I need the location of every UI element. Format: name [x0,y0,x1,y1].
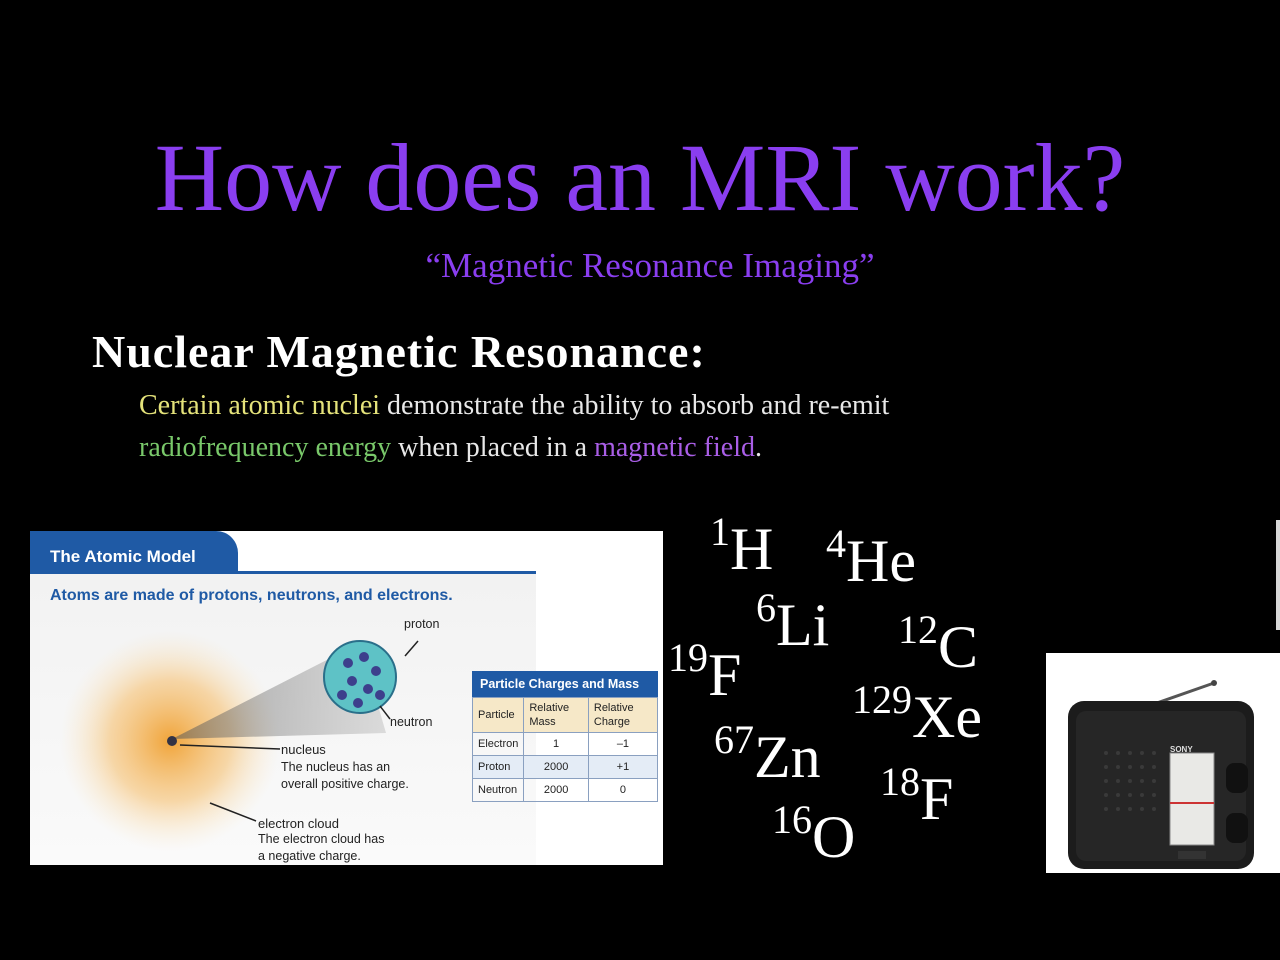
nmr-heading: Nuclear Magnetic Resonance: [92,326,706,377]
isotope-symbol: F [708,642,742,708]
isotope-mass: 129 [852,677,912,722]
isotope-f19: 19F [668,635,742,708]
isotope-mass: 12 [898,607,938,652]
particle-table-title: Particle Charges and Mass [472,671,658,697]
isotope-symbol: C [938,614,979,680]
isotope-zn67: 67Zn [714,717,821,790]
cloud-description-2: a negative charge. [258,849,361,863]
isotope-symbol: F [920,766,954,832]
label-proton: proton [404,617,440,631]
isotope-c12: 12C [898,607,979,680]
definition-text-1: demonstrate the ability to absorb and re… [380,390,890,421]
table-header: Particle [471,697,525,733]
table-header: Relative Charge [587,697,659,733]
table-row: Proton 2000 +1 [471,755,659,779]
isotope-o16: 16O [772,797,856,870]
table-header: Relative Mass [523,697,589,733]
particle-table-panel: Particle Charges and Mass Particle Relat… [471,671,659,802]
isotope-symbol: Xe [912,684,982,750]
label-neutron: neutron [390,715,433,729]
isotope-mass: 19 [668,635,708,680]
isotope-symbol: He [846,528,916,594]
atom-illustration [60,631,419,851]
edge-sliver [1276,520,1280,630]
isotope-mass: 18 [880,759,920,804]
isotope-mass: 4 [826,521,846,566]
definition-line-2: radiofrequency energy when placed in a m… [139,428,762,468]
isotope-mass: 67 [714,717,754,762]
table-cell: Electron [471,732,525,756]
isotope-symbol: Zn [754,724,821,790]
isotope-mass: 6 [756,585,776,630]
isotope-xe129: 129Xe [852,677,982,750]
radio-illustration [1068,680,1254,869]
table-cell: 0 [587,778,659,802]
isotope-f18: 18F [880,759,954,832]
isotope-mass: 1 [710,509,730,554]
figure-divider [30,571,536,574]
nucleus-description-1: The nucleus has an [281,760,391,774]
label-nucleus: nucleus [281,742,326,757]
table-row: Electron 1 –1 [471,732,659,756]
isotope-mass: 16 [772,797,812,842]
radio-brand: SONY [1170,745,1193,754]
isotope-symbol: H [730,516,774,582]
isotope-symbol: Li [776,592,830,658]
isotope-h1: 1H [710,509,774,582]
table-cell: +1 [587,755,659,779]
slide-title: How does an MRI work? [154,124,1126,231]
highlight-atomic-nuclei: Certain atomic nuclei [139,390,381,421]
table-row: Neutron 2000 0 [471,778,659,802]
table-cell: 1 [523,732,589,756]
highlight-magnetic-field: magnetic field [594,432,755,463]
particle-table: Particle Relative Mass Relative Charge E… [471,697,659,802]
figure-caption: Atoms are made of protons, neutrons, and… [50,587,453,604]
isotope-li6: 6Li [756,585,830,658]
highlight-radiofrequency: radiofrequency energy [139,432,392,463]
label-electron-cloud: electron cloud [258,816,339,831]
slide-subtitle: “Magnetic Resonance Imaging” [425,246,875,285]
table-cell: Proton [471,755,525,779]
radio-photo: SONY [1046,653,1280,873]
atomic-model-figure: The Atomic Model Atoms are made of proto… [30,531,663,865]
table-cell: 2000 [523,755,589,779]
table-cell: Neutron [471,778,525,802]
definition-line-1: Certain atomic nuclei demonstrate the ab… [139,386,889,426]
cloud-description-1: The electron cloud has [258,832,385,846]
nucleus-dot [167,736,177,746]
table-cell: 2000 [523,778,589,802]
figure-tab-label: The Atomic Model [50,547,196,566]
isotope-he4: 4He [826,521,916,594]
definition-period: . [755,432,762,463]
table-cell: –1 [587,732,659,756]
isotope-symbol: O [812,804,856,870]
definition-text-2: when placed in a [391,432,595,463]
nucleus-description-2: overall positive charge. [281,777,409,791]
